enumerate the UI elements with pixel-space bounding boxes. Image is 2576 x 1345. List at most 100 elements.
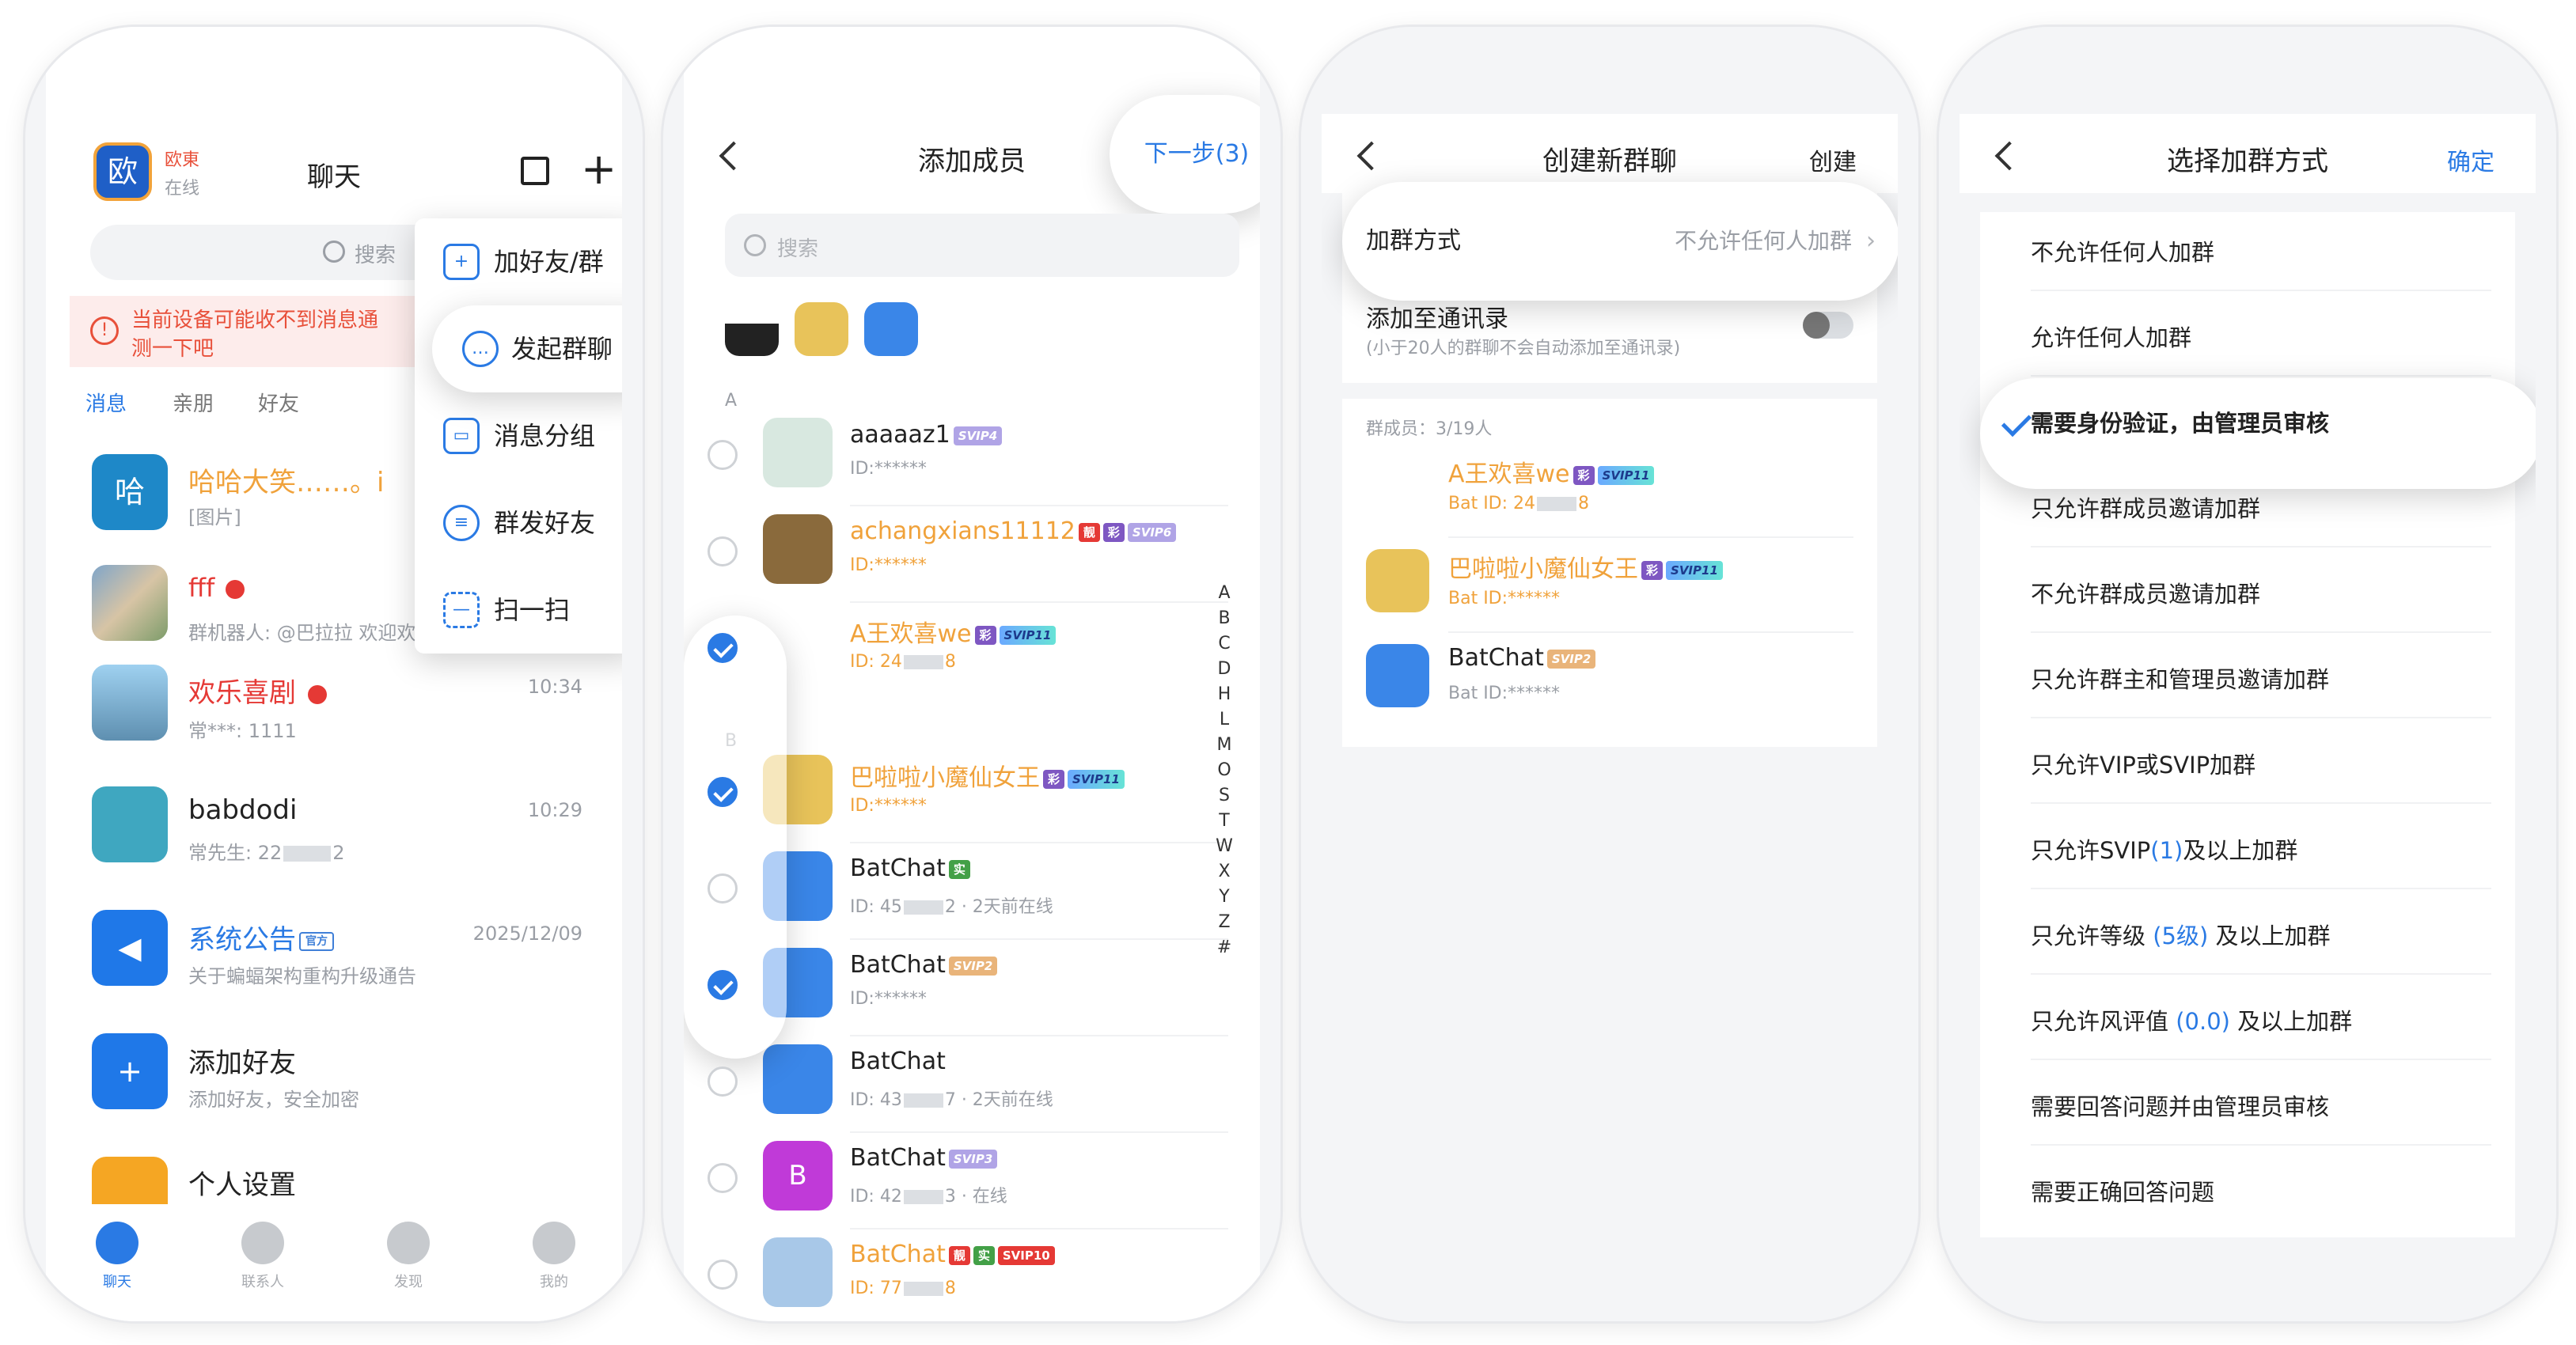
conversation-avatar[interactable]: 哈 bbox=[92, 454, 168, 530]
member-name[interactable]: BatChat SVIP2 bbox=[1448, 644, 1596, 672]
plus-icon[interactable]: + bbox=[581, 146, 616, 193]
contact-checkbox[interactable] bbox=[708, 633, 738, 663]
tab-discover[interactable]: 发现 bbox=[369, 1222, 448, 1291]
divider bbox=[850, 938, 1228, 940]
contact-name[interactable]: BatChat 靓实 SVIP10 bbox=[850, 1241, 1055, 1268]
contact-name[interactable]: BatChat 实 bbox=[850, 854, 970, 882]
create-button[interactable]: 创建 bbox=[1809, 142, 1857, 177]
join-option[interactable]: 只允许VIP或SVIP加群 bbox=[2031, 747, 2255, 780]
vip-badge bbox=[307, 684, 327, 704]
conversation-preview: 常先生: 22 2 bbox=[188, 842, 345, 864]
contact-name[interactable]: BatChat bbox=[850, 1048, 946, 1075]
contact-checkbox[interactable] bbox=[708, 440, 738, 470]
selected-avatar[interactable] bbox=[864, 302, 918, 356]
contact-checkbox[interactable] bbox=[708, 1163, 738, 1193]
announcement-avatar[interactable]: ◀ bbox=[92, 910, 168, 986]
index-letter[interactable]: C bbox=[1212, 631, 1236, 657]
conversation-preview: 常***: 1111 bbox=[188, 720, 297, 742]
tab-contacts[interactable]: 联系人 bbox=[223, 1222, 302, 1291]
contact-name[interactable]: BatChat SVIP3 bbox=[850, 1144, 998, 1172]
contact-name[interactable]: 巴啦啦小魔仙女王彩 SVIP11 bbox=[850, 758, 1125, 793]
index-letter[interactable]: D bbox=[1212, 657, 1236, 682]
menu-start-group-chat-label[interactable]: 发起群聊 bbox=[511, 305, 613, 392]
contact-name[interactable]: A王欢喜we 彩 SVIP11 bbox=[850, 614, 1057, 649]
join-option[interactable]: 只允许等级 (5级) 及以上加群 bbox=[2031, 918, 2331, 951]
contact-checkbox[interactable] bbox=[708, 873, 738, 904]
tab-me[interactable]: 我的 bbox=[514, 1222, 594, 1291]
join-option[interactable]: 不允许群成员邀请加群 bbox=[2031, 576, 2260, 609]
member-name[interactable]: 巴啦啦小魔仙女王彩 SVIP11 bbox=[1448, 549, 1723, 584]
member-badge: SVIP11 bbox=[1666, 560, 1723, 580]
join-option[interactable]: 需要身份验证，由管理员审核 bbox=[2031, 405, 2329, 438]
alphabet-index[interactable]: A B C D H L M O S T W X Y Z # bbox=[1212, 581, 1236, 960]
join-option[interactable]: 允许任何人加群 bbox=[2031, 320, 2191, 353]
join-option[interactable]: 只允许群成员邀请加群 bbox=[2031, 491, 2260, 524]
conversation-name[interactable]: 个人设置 bbox=[188, 1163, 296, 1202]
join-option[interactable]: 只允许风评值 (0.0) 及以上加群 bbox=[2031, 1003, 2352, 1036]
menu-message-group[interactable]: ▭ 消息分组 bbox=[443, 392, 622, 479]
index-letter[interactable]: S bbox=[1212, 783, 1236, 809]
conversation-avatar[interactable] bbox=[92, 786, 168, 862]
member-name[interactable]: A王欢喜we 彩 SVIP11 bbox=[1448, 454, 1655, 489]
join-option[interactable]: 不允许任何人加群 bbox=[2031, 234, 2214, 267]
join-option[interactable]: 需要正确回答问题 bbox=[2031, 1174, 2214, 1207]
search-icon bbox=[323, 241, 345, 263]
index-letter[interactable]: W bbox=[1212, 834, 1236, 859]
contact-name[interactable]: BatChat SVIP2 bbox=[850, 951, 998, 979]
menu-add-friend[interactable]: + 加好友/群 bbox=[443, 218, 622, 305]
contact-checkbox[interactable] bbox=[708, 970, 738, 1000]
join-option[interactable]: 只允许群主和管理员邀请加群 bbox=[2031, 661, 2329, 695]
menu-scan[interactable]: — 扫一扫 bbox=[443, 566, 622, 654]
tab-messages[interactable]: 消息 bbox=[85, 388, 127, 417]
contact-checkbox[interactable] bbox=[708, 777, 738, 807]
index-letter[interactable]: B bbox=[1212, 606, 1236, 631]
contact-badge: 彩 bbox=[974, 625, 996, 645]
tab-family[interactable]: 亲朋 bbox=[173, 388, 214, 417]
contact-checkbox[interactable] bbox=[708, 536, 738, 566]
menu-broadcast[interactable]: ≡ 群发好友 bbox=[443, 479, 622, 566]
contact-checkbox[interactable] bbox=[708, 1067, 738, 1097]
tab-chat[interactable]: 聊天 bbox=[78, 1222, 157, 1291]
planet-icon bbox=[387, 1222, 430, 1264]
index-letter[interactable]: Z bbox=[1212, 910, 1236, 935]
conversation-name[interactable]: 系统公告 官方 bbox=[188, 918, 334, 957]
join-method-row[interactable]: 加群方式 不允许任何人加群 › bbox=[1342, 182, 1898, 301]
conversation-avatar[interactable] bbox=[92, 665, 168, 741]
contact-name[interactable]: aaaaaz1 SVIP4 bbox=[850, 421, 1003, 449]
index-letter[interactable]: M bbox=[1212, 733, 1236, 758]
index-letter[interactable]: # bbox=[1212, 935, 1236, 960]
masked-id bbox=[903, 1190, 943, 1204]
compose-icon[interactable] bbox=[521, 157, 549, 185]
index-letter[interactable]: Y bbox=[1212, 885, 1236, 910]
join-option[interactable]: 需要回答问题并由管理员审核 bbox=[2031, 1089, 2329, 1122]
conversation-name[interactable]: 欢乐喜剧 bbox=[188, 671, 327, 710]
selected-avatar[interactable] bbox=[725, 302, 779, 356]
index-letter[interactable]: O bbox=[1212, 758, 1236, 783]
vip-badge bbox=[226, 580, 245, 599]
message-group-icon: ▭ bbox=[443, 418, 480, 454]
tab-friends[interactable]: 好友 bbox=[258, 388, 299, 417]
contact-checkbox[interactable] bbox=[708, 1260, 738, 1290]
add-friend-avatar[interactable]: + bbox=[92, 1033, 168, 1109]
index-letter[interactable]: L bbox=[1212, 707, 1236, 733]
index-letter[interactable]: T bbox=[1212, 809, 1236, 834]
next-button[interactable]: 下一步(3) bbox=[1110, 95, 1260, 214]
add-to-contacts-toggle[interactable] bbox=[1803, 312, 1853, 339]
index-letter[interactable]: A bbox=[1212, 581, 1236, 606]
conversation-name[interactable]: babdodi bbox=[188, 794, 297, 826]
confirm-button[interactable]: 确定 bbox=[2447, 142, 2494, 177]
settings-avatar[interactable] bbox=[92, 1157, 168, 1204]
conversation-name[interactable]: fff bbox=[188, 573, 245, 603]
group-avatar[interactable] bbox=[92, 565, 168, 641]
phone-add-member: 添加成员 下一步(3) 搜索 A aaaaaz1 SVIP4 ID:****** ac… bbox=[663, 27, 1280, 1321]
join-option[interactable]: 只允许SVIP(1)及以上加群 bbox=[2031, 832, 2297, 866]
selected-avatar[interactable] bbox=[795, 302, 848, 356]
conversation-name[interactable]: 哈哈大笑……。i bbox=[188, 460, 384, 499]
index-letter[interactable]: X bbox=[1212, 859, 1236, 885]
contact-id: ID: 77 8 bbox=[850, 1279, 956, 1298]
index-letter[interactable]: H bbox=[1212, 682, 1236, 707]
conversation-time: 2025/12/09 bbox=[472, 923, 582, 945]
contact-name[interactable]: achangxians11112 靓彩 SVIP6 bbox=[850, 517, 1177, 545]
conversation-name[interactable]: 添加好友 bbox=[188, 1041, 296, 1080]
contact-badge: SVIP10 bbox=[997, 1245, 1055, 1265]
